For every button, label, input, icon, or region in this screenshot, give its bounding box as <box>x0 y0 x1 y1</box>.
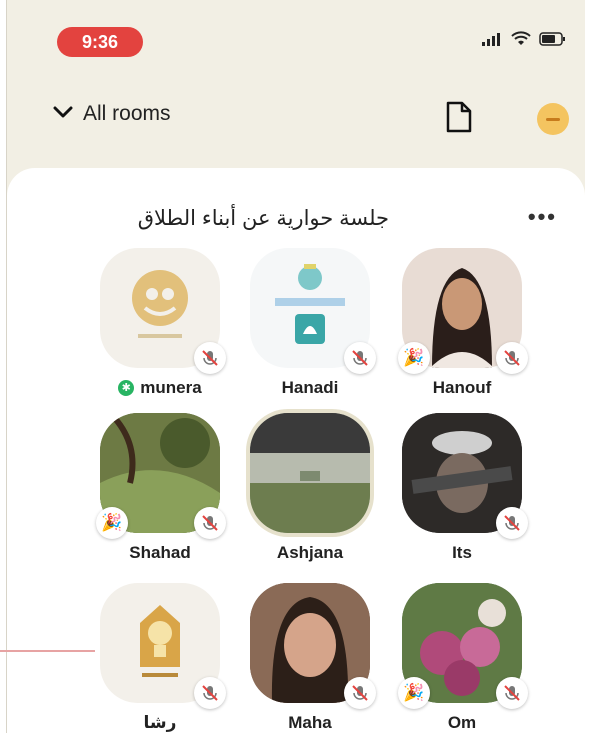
signal-bars-icon <box>481 31 503 47</box>
muted-mic-icon <box>194 677 226 709</box>
all-rooms-toggle[interactable]: All rooms <box>53 102 171 126</box>
muted-mic-icon <box>344 677 376 709</box>
speaker-tile[interactable]: رشا <box>85 583 235 733</box>
muted-mic-icon <box>496 507 528 539</box>
speaker-tile[interactable]: Maha <box>235 583 385 733</box>
speaker-avatar[interactable] <box>402 413 528 539</box>
speaker-name: Its <box>452 543 472 562</box>
document-icon[interactable] <box>445 100 473 139</box>
speaker-avatar[interactable]: 🎉 <box>96 413 226 539</box>
speaker-tile[interactable]: 🎉 Shahad <box>85 413 235 563</box>
profile-avatar-icon[interactable] <box>537 103 569 135</box>
status-time[interactable]: 9:36 <box>57 27 143 57</box>
muted-mic-icon <box>496 342 528 374</box>
battery-icon <box>539 31 567 47</box>
speaker-avatar[interactable] <box>250 248 376 374</box>
phone-screen: 9:36 All rooms جلسة حوارية عن أبناء الطل… <box>6 0 585 733</box>
speaker-name: Om <box>447 713 477 732</box>
speaker-tile[interactable]: Ashjana <box>235 413 385 563</box>
speaker-tile[interactable]: 🎉 Om <box>387 583 537 733</box>
speaker-avatar[interactable]: 🎉 <box>398 248 528 374</box>
party-popper-icon: 🎉 <box>96 507 128 539</box>
room-title[interactable]: جلسة حوارية عن أبناء الطلاق <box>138 206 389 231</box>
speaker-tile[interactable]: Hanadi <box>235 248 385 398</box>
all-rooms-label: All rooms <box>83 102 171 125</box>
speaker-avatar[interactable] <box>100 583 226 709</box>
speaker-avatar[interactable] <box>100 248 226 374</box>
speaker-name: munera <box>140 378 202 397</box>
status-icons <box>481 31 567 47</box>
moderator-badge-icon: ✱ <box>118 380 135 396</box>
muted-mic-icon <box>194 507 226 539</box>
speaker-avatar[interactable] <box>250 583 376 709</box>
status-bar: 9:36 <box>7 0 585 80</box>
top-bar: All rooms <box>7 95 585 145</box>
wifi-icon <box>511 31 531 47</box>
chevron-down-icon <box>53 105 73 124</box>
speaker-tile[interactable]: Its <box>387 413 537 563</box>
muted-mic-icon <box>344 342 376 374</box>
muted-mic-icon <box>194 342 226 374</box>
speaker-tile[interactable]: ✱ munera <box>85 248 235 398</box>
room-card: جلسة حوارية عن أبناء الطلاق ••• ✱ munera… <box>7 168 585 733</box>
speaker-name: Maha <box>288 713 332 732</box>
speaker-tile[interactable]: 🎉 Hanouf <box>387 248 537 398</box>
party-popper-icon: 🎉 <box>398 677 430 709</box>
more-options-button[interactable]: ••• <box>528 204 557 230</box>
party-popper-icon: 🎉 <box>398 342 430 374</box>
speaker-name: Shahad <box>129 543 191 562</box>
speaker-name-row: ✱ munera <box>85 378 235 398</box>
speaker-avatar[interactable] <box>250 413 370 533</box>
screen-edge-line <box>0 650 95 652</box>
speaker-avatar[interactable]: 🎉 <box>398 583 528 709</box>
speaker-name: Ashjana <box>276 543 344 562</box>
speaker-name: رشا <box>143 713 177 732</box>
speaker-name: Hanadi <box>281 378 339 397</box>
muted-mic-icon <box>496 677 528 709</box>
speaker-name: Hanouf <box>432 378 492 397</box>
